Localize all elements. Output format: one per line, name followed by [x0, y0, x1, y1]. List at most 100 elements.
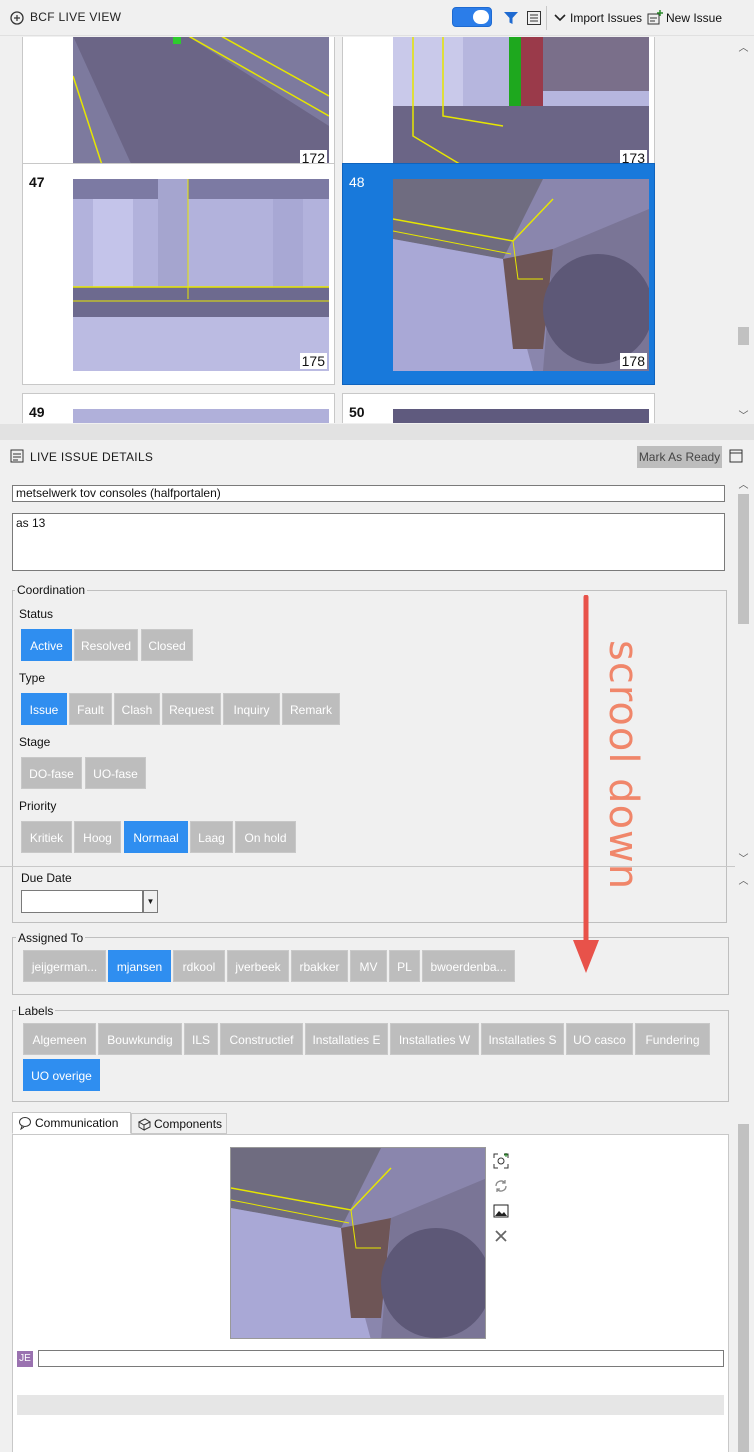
priority-hoog-button[interactable]: Hoog [74, 821, 121, 853]
thumbnail-label: 178 [619, 353, 647, 369]
import-issues-button[interactable]: Import Issues [570, 11, 642, 25]
toolbar-divider [546, 6, 547, 30]
assigned-label: Assigned To [16, 931, 86, 945]
scroll-up-arrow[interactable]: ︿ [735, 39, 752, 54]
assignee-button[interactable]: rbakker [291, 950, 348, 982]
issue-number: 48 [349, 174, 365, 190]
type-request-button[interactable]: Request [162, 693, 221, 725]
type-remark-button[interactable]: Remark [282, 693, 340, 725]
scroll-down-arrow[interactable]: ﹀ [735, 407, 752, 422]
due-date-label: Due Date [21, 871, 72, 885]
issue-tile-selected[interactable]: 48 178 [342, 163, 655, 385]
close-icon[interactable] [492, 1227, 510, 1245]
issue-number: 47 [29, 174, 45, 190]
issue-thumbnail: 175 [73, 179, 329, 371]
label-button[interactable]: Installaties S [481, 1023, 564, 1055]
label-button[interactable]: UO casco [566, 1023, 633, 1055]
status-resolved-button[interactable]: Resolved [74, 629, 138, 661]
status-label: Status [19, 607, 54, 621]
priority-on-hold-button[interactable]: On hold [235, 821, 296, 853]
priority-label: Priority [19, 799, 57, 813]
details-scrollbar[interactable]: ︿ ﹀ ︿ [735, 474, 754, 1452]
type-clash-button[interactable]: Clash [114, 693, 160, 725]
stage-uo-fase-button[interactable]: UO-fase [85, 757, 146, 789]
labels-label: Labels [16, 1004, 56, 1018]
issue-tile[interactable]: 47 175 [22, 163, 335, 385]
issue-tile[interactable]: 50 [342, 393, 655, 423]
thumbnail-label: 175 [299, 353, 327, 369]
issue-tile[interactable]: 49 [22, 393, 335, 423]
status-closed-button[interactable]: Closed [141, 629, 193, 661]
maximize-icon[interactable] [729, 449, 743, 463]
scroll-down-arrow[interactable]: ﹀ [735, 850, 752, 865]
issue-number: 49 [29, 404, 45, 420]
assignee-button[interactable]: jeijgerman... [23, 950, 106, 982]
priority-laag-button[interactable]: Laag [190, 821, 233, 853]
assignee-button[interactable]: PL [389, 950, 420, 982]
scroll-down-text: scrool down [600, 640, 646, 891]
chevron-down-icon[interactable] [551, 9, 569, 27]
details-title: LIVE ISSUE DETAILS [30, 450, 154, 464]
issue-title-field[interactable]: metselwerk tov consoles (halfportalen) [12, 485, 725, 502]
due-date-field[interactable] [21, 890, 143, 913]
new-issue-icon[interactable] [646, 9, 664, 27]
toggle-knob [473, 10, 489, 24]
capture-viewpoint-icon[interactable] [492, 1152, 510, 1170]
communication-icon [19, 1117, 31, 1130]
scroll-down-annotation: scrool down [598, 640, 658, 910]
avatar: JE [17, 1351, 33, 1367]
scroll-arrow-annotation [571, 594, 601, 975]
list-icon[interactable] [525, 9, 543, 27]
label-button-selected[interactable]: UO overige [23, 1059, 100, 1091]
issue-grid: 172 173 47 175 48 178 49 50 [0, 37, 735, 423]
scrollbar-thumb[interactable] [738, 1124, 749, 1452]
bcf-live-icon [10, 11, 24, 25]
assignee-button[interactable]: MV [350, 950, 387, 982]
issue-thumbnail [73, 409, 329, 423]
issue-thumbnail: 178 [393, 179, 649, 371]
tab-communication[interactable]: Communication [12, 1112, 131, 1134]
type-fault-button[interactable]: Fault [69, 693, 112, 725]
priority-kritiek-button[interactable]: Kritiek [21, 821, 72, 853]
type-issue-button[interactable]: Issue [21, 693, 67, 725]
assignee-button[interactable]: jverbeek [227, 950, 289, 982]
scrollbar-thumb[interactable] [738, 494, 749, 624]
comment-input[interactable] [38, 1350, 724, 1367]
panel-splitter[interactable] [0, 424, 754, 440]
assignee-button[interactable]: bwoerdenba... [422, 950, 515, 982]
label-button[interactable]: Installaties E [305, 1023, 388, 1055]
scroll-up-arrow[interactable]: ︿ [735, 476, 752, 491]
new-issue-button[interactable]: New Issue [666, 11, 722, 25]
label-button[interactable]: Fundering [635, 1023, 710, 1055]
label-button[interactable]: ILS [184, 1023, 218, 1055]
grid-scrollbar[interactable]: ︿ ﹀ [735, 37, 754, 424]
viewpoint-snapshot[interactable] [230, 1147, 486, 1339]
tab-components[interactable]: Components [131, 1113, 227, 1134]
priority-normaal-button[interactable]: Normaal [124, 821, 188, 853]
image-icon[interactable] [492, 1202, 510, 1220]
status-active-button[interactable]: Active [21, 629, 72, 661]
type-label: Type [19, 671, 46, 685]
label-button[interactable]: Installaties W [390, 1023, 479, 1055]
scrollbar-thumb[interactable] [738, 327, 749, 345]
mark-as-ready-button[interactable]: Mark As Ready [637, 446, 722, 468]
issue-thumbnail [393, 409, 649, 423]
scroll-up-arrow[interactable]: ︿ [735, 872, 752, 887]
issue-description-field[interactable]: as 13 [12, 513, 725, 571]
issue-thumbnail: 172 [73, 37, 329, 168]
tab-components-label: Components [154, 1117, 223, 1131]
comment-list-row [17, 1395, 724, 1415]
label-button[interactable]: Constructief [220, 1023, 303, 1055]
live-view-title: BCF LIVE VIEW [30, 10, 122, 24]
live-toggle[interactable] [452, 7, 492, 27]
due-date-dropdown[interactable]: ▼ [143, 890, 158, 913]
refresh-icon[interactable] [492, 1177, 510, 1195]
live-view-header: BCF LIVE VIEW Import Issues New Issue [0, 0, 754, 36]
stage-do-fase-button[interactable]: DO-fase [21, 757, 82, 789]
assignee-button-selected[interactable]: mjansen [108, 950, 171, 982]
filter-icon[interactable] [502, 9, 520, 27]
label-button[interactable]: Bouwkundig [98, 1023, 182, 1055]
assignee-button[interactable]: rdkool [173, 950, 225, 982]
type-inquiry-button[interactable]: Inquiry [223, 693, 280, 725]
label-button[interactable]: Algemeen [23, 1023, 96, 1055]
